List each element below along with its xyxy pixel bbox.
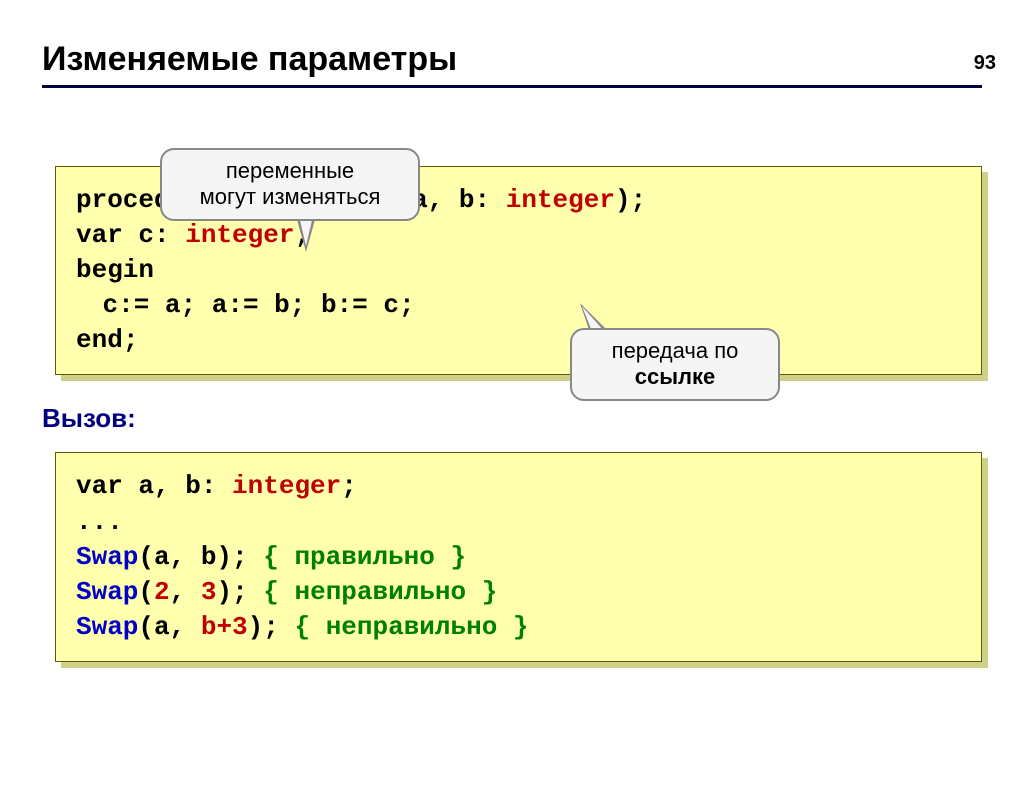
- comment-right-1: { правильно }: [263, 542, 466, 572]
- lit-2: 2: [154, 577, 170, 607]
- semi-2: ;: [123, 325, 139, 355]
- callout-by-reference: передача по ссылке: [570, 328, 780, 401]
- title-underline: [42, 85, 982, 88]
- page-title: Изменяемые параметры: [42, 40, 1024, 79]
- ellipsis: ...: [76, 507, 123, 537]
- paren-close: );: [615, 185, 646, 215]
- kw-var-2: var: [76, 471, 123, 501]
- type-integer-1: integer: [506, 185, 615, 215]
- body-assignments: c:= a; a:= b; b:= c;: [103, 290, 415, 320]
- lit-3: 3: [201, 577, 217, 607]
- code-line-2: var c: integer;: [76, 218, 961, 253]
- call-swap-2: Swap: [76, 577, 138, 607]
- comment-wrong-1: { неправильно }: [263, 577, 497, 607]
- type-integer-3: integer: [232, 471, 341, 501]
- call-line-2: ...: [76, 505, 961, 540]
- semi-3: ;: [341, 471, 357, 501]
- callout-line2: могут изменяться: [200, 184, 381, 209]
- code-line-4: c:= a; a:= b; b:= c;: [76, 288, 961, 323]
- p-close-3: );: [248, 612, 279, 642]
- p-close-2: );: [216, 577, 247, 607]
- expr-b3: b+3: [201, 612, 248, 642]
- call-label: Вызов:: [42, 403, 1024, 434]
- callout-variables: переменные могут изменяться: [160, 148, 420, 221]
- code-block-call: var a, b: integer; ... Swap(a, b); { пра…: [55, 452, 982, 661]
- call-swap-3: Swap: [76, 612, 138, 642]
- call-line-1: var a, b: integer;: [76, 469, 961, 504]
- kw-var: var: [76, 220, 123, 250]
- code-line-3: begin: [76, 253, 961, 288]
- call-swap-1: Swap: [76, 542, 138, 572]
- callout-line1: переменные: [226, 158, 354, 183]
- page-number: 93: [974, 52, 996, 75]
- comment-wrong-2: { неправильно }: [294, 612, 528, 642]
- params-ab: a, b:: [412, 185, 490, 215]
- callout-ref-l1: передача по: [612, 338, 739, 363]
- call-line-3: Swap(a, b); { правильно }: [76, 540, 961, 575]
- p-open-2: (: [138, 577, 154, 607]
- callout-pointer-top: [296, 216, 316, 252]
- call-line-4: Swap(2, 3); { неправильно }: [76, 575, 961, 610]
- comma-2: ,: [170, 577, 201, 607]
- code-line-5: end;: [76, 323, 961, 358]
- kw-end: end: [76, 325, 123, 355]
- type-integer-2: integer: [185, 220, 294, 250]
- var-c: c:: [123, 220, 170, 250]
- call-args-1: (a, b);: [138, 542, 247, 572]
- vars-ab: a, b:: [123, 471, 217, 501]
- call-line-5: Swap(a, b+3); { неправильно }: [76, 610, 961, 645]
- kw-begin: begin: [76, 255, 154, 285]
- p-open-3: (a,: [138, 612, 200, 642]
- callout-ref-l2: ссылке: [635, 364, 715, 389]
